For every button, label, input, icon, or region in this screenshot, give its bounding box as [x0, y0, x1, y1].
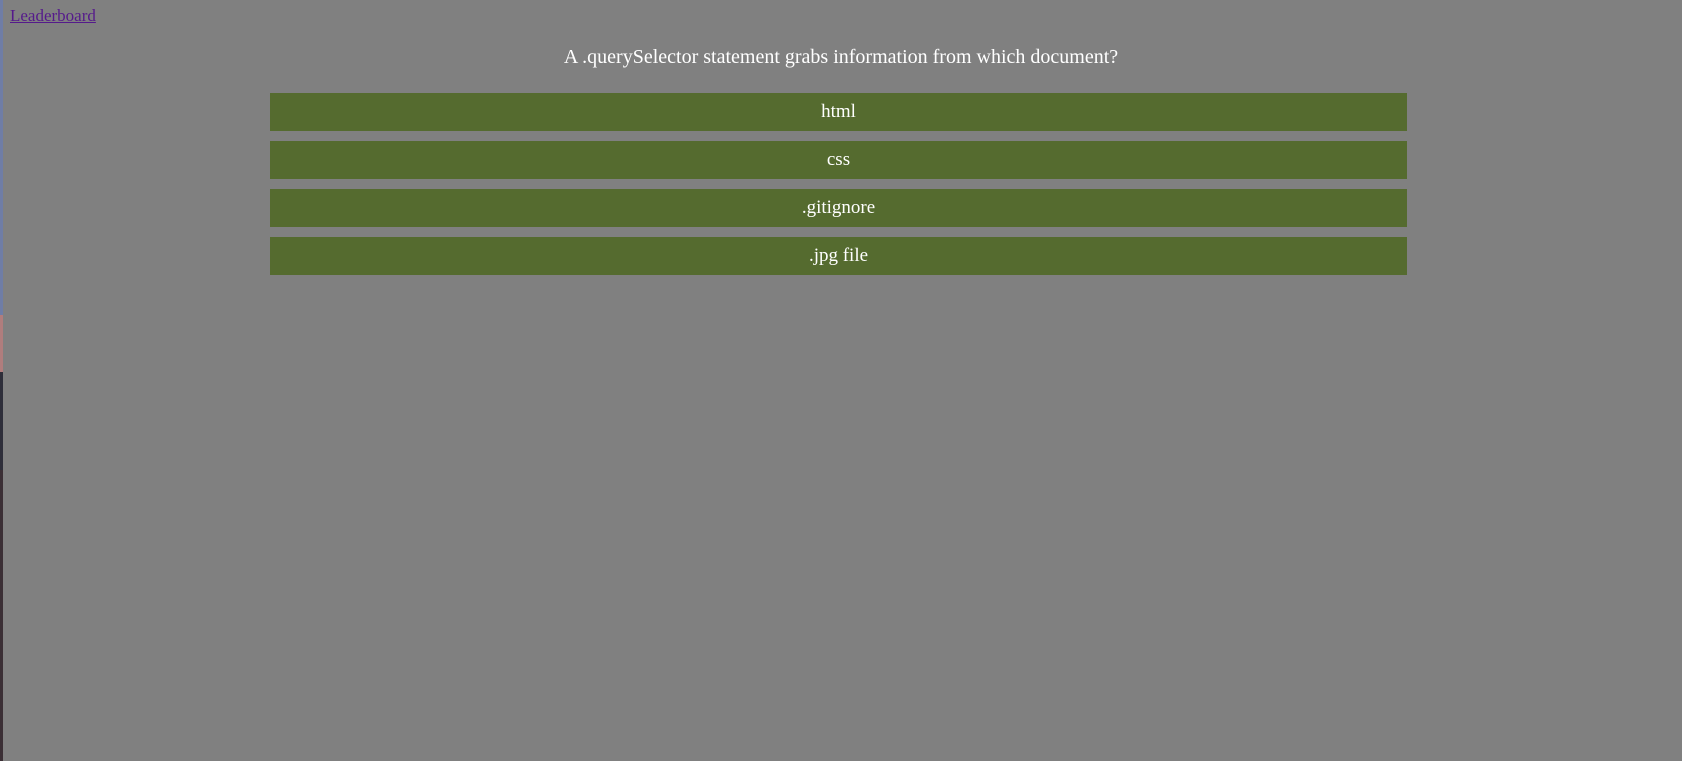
leaderboard-link[interactable]: Leaderboard [10, 6, 96, 26]
question-text: A .querySelector statement grabs informa… [563, 46, 1119, 68]
window-edge-strip [0, 0, 3, 761]
answer-button-html[interactable]: html [270, 93, 1407, 131]
answer-button-jpg-file[interactable]: .jpg file [270, 237, 1407, 275]
answer-button-css[interactable]: css [270, 141, 1407, 179]
answer-list: html css .gitignore .jpg file [270, 93, 1407, 285]
answer-button-gitignore[interactable]: .gitignore [270, 189, 1407, 227]
